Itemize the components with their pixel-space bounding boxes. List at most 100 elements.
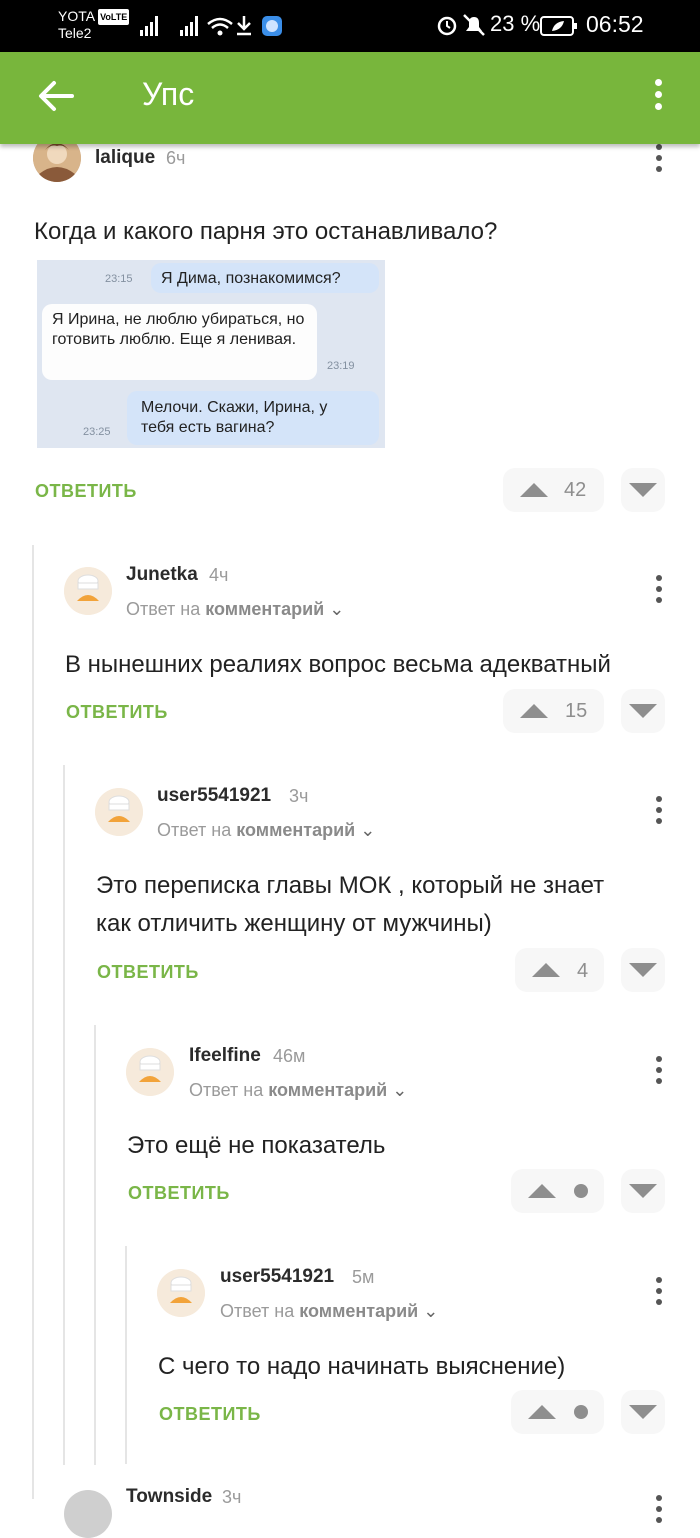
- back-button[interactable]: [34, 74, 78, 118]
- triangle-up-icon: [520, 704, 548, 718]
- triangle-down-icon: [629, 1405, 657, 1419]
- author-name[interactable]: user5541921: [157, 785, 271, 807]
- battery-percent: 23 %: [490, 11, 541, 36]
- message-time: 23:15: [105, 273, 133, 285]
- carrier-yota: YOTA: [58, 8, 96, 24]
- signal-icons: [140, 14, 290, 43]
- more-vertical-icon: [644, 74, 672, 110]
- reply-prefix: Ответ на: [126, 599, 201, 619]
- comment-menu-button[interactable]: [647, 1056, 671, 1092]
- vote-count-hidden-dot: [574, 1405, 588, 1419]
- comment-time: 6ч: [166, 148, 186, 168]
- battery-icon: [540, 16, 577, 36]
- vote-count: 15: [565, 700, 588, 722]
- alarm-mute-icons: [437, 14, 485, 36]
- comment-time: 3ч: [289, 786, 309, 806]
- more-vertical-icon: [647, 1277, 671, 1305]
- comment-menu-button[interactable]: [647, 796, 671, 832]
- comment-menu-button[interactable]: [647, 575, 671, 611]
- reply-prefix: Ответ на: [189, 1080, 264, 1100]
- vote-count-hidden-dot: [574, 1184, 588, 1198]
- more-vertical-icon: [647, 144, 671, 172]
- downvote-button[interactable]: [621, 948, 665, 992]
- downvote-button[interactable]: [621, 1390, 665, 1434]
- triangle-down-icon: [629, 483, 657, 497]
- reply-target: комментарий: [268, 1080, 388, 1100]
- chevron-down-icon: ⌄: [423, 1301, 439, 1321]
- upvote-button[interactable]: 15: [503, 689, 604, 733]
- reply-target: комментарий: [205, 599, 325, 619]
- comment-time: 46м: [273, 1046, 306, 1066]
- chef-avatar-icon: [64, 567, 112, 615]
- page-title: Упс: [142, 76, 195, 112]
- triangle-up-icon: [528, 1405, 556, 1419]
- comment-text: В нынешних реалиях вопрос весьма адекват…: [65, 651, 611, 678]
- more-vertical-icon: [647, 1495, 671, 1523]
- clock: 06:52: [586, 11, 644, 37]
- reply-button[interactable]: ОТВЕТИТЬ: [35, 481, 137, 502]
- thread-line: [63, 765, 65, 1465]
- avatar[interactable]: [95, 788, 143, 836]
- author-name[interactable]: user5541921: [220, 1266, 334, 1288]
- avatar[interactable]: [126, 1048, 174, 1096]
- comment-text-line: Это переписка главы МОК , который не зна…: [96, 872, 605, 899]
- chevron-down-icon: ⌄: [360, 820, 376, 840]
- more-vertical-icon: [647, 1056, 671, 1084]
- downvote-button[interactable]: [621, 1169, 665, 1213]
- author-name[interactable]: Junetka: [126, 564, 198, 586]
- avatar[interactable]: [157, 1269, 205, 1317]
- comment-text: С чего то надо начинать выяснение): [158, 1353, 566, 1380]
- downvote-button[interactable]: [621, 689, 665, 733]
- more-vertical-icon: [647, 796, 671, 824]
- triangle-up-icon: [528, 1184, 556, 1198]
- reply-button[interactable]: ОТВЕТИТЬ: [128, 1183, 230, 1204]
- upvote-button[interactable]: 42: [503, 468, 604, 512]
- chef-avatar-icon: [126, 1048, 174, 1096]
- author-name[interactable]: Townside: [126, 1486, 212, 1508]
- comment-menu-button[interactable]: [647, 1277, 671, 1313]
- chevron-down-icon: ⌄: [329, 599, 345, 619]
- downvote-button[interactable]: [621, 468, 665, 512]
- triangle-up-icon: [520, 483, 548, 497]
- reply-to-link[interactable]: Ответ на комментарий ⌄: [157, 820, 375, 841]
- status-bar: YOTA VoLTE Tele2 23 % 06:52: [0, 0, 700, 52]
- reply-button[interactable]: ОТВЕТИТЬ: [159, 1404, 261, 1425]
- chat-bubble: Я Дима, познакомимся?: [151, 263, 379, 293]
- comment-time: 3ч: [222, 1487, 242, 1507]
- carrier-tele2: Tele2: [58, 25, 92, 41]
- arrow-left-icon: [39, 81, 74, 111]
- reply-to-link[interactable]: Ответ на комментарий ⌄: [126, 599, 344, 620]
- chat-screenshot-image[interactable]: 23:15 Я Дима, познакомимся? Я Ирина, не …: [37, 260, 385, 448]
- chevron-down-icon: ⌄: [392, 1080, 408, 1100]
- reply-prefix: Ответ на: [157, 820, 232, 840]
- message-time: 23:19: [327, 360, 355, 372]
- app-bar: Упс: [0, 52, 700, 144]
- avatar[interactable]: [64, 1490, 112, 1538]
- chef-avatar-icon: [95, 788, 143, 836]
- reply-prefix: Ответ на: [220, 1301, 295, 1321]
- comment-text: Когда и какого парня это останавливало?: [34, 218, 498, 245]
- reply-button[interactable]: ОТВЕТИТЬ: [66, 702, 168, 723]
- triangle-up-icon: [532, 963, 560, 977]
- comment-text-line: как отличить женщину от мужчины): [96, 910, 492, 937]
- reply-button[interactable]: ОТВЕТИТЬ: [97, 962, 199, 983]
- author-name[interactable]: Ifeelfine: [189, 1045, 261, 1067]
- comment-menu-button[interactable]: [647, 1495, 671, 1531]
- thread-line: [125, 1246, 127, 1464]
- signal-wifi-download-icons: [140, 16, 282, 36]
- avatar[interactable]: [64, 567, 112, 615]
- overflow-menu-button[interactable]: [644, 74, 672, 118]
- author-name[interactable]: lalique: [95, 147, 155, 169]
- comment-time: 5м: [352, 1267, 375, 1287]
- chat-bubble: Мелочи. Скажи, Ирина, у тебя есть вагина…: [127, 391, 379, 445]
- upvote-button[interactable]: [511, 1390, 604, 1434]
- thread-line: [94, 1025, 96, 1465]
- upvote-button[interactable]: [511, 1169, 604, 1213]
- comment-menu-button[interactable]: [647, 144, 671, 180]
- message-time: 23:25: [83, 426, 111, 438]
- upvote-button[interactable]: 4: [515, 948, 604, 992]
- reply-to-link[interactable]: Ответ на комментарий ⌄: [189, 1080, 407, 1101]
- reply-to-link[interactable]: Ответ на комментарий ⌄: [220, 1301, 438, 1322]
- reply-target: комментарий: [299, 1301, 419, 1321]
- more-vertical-icon: [647, 575, 671, 603]
